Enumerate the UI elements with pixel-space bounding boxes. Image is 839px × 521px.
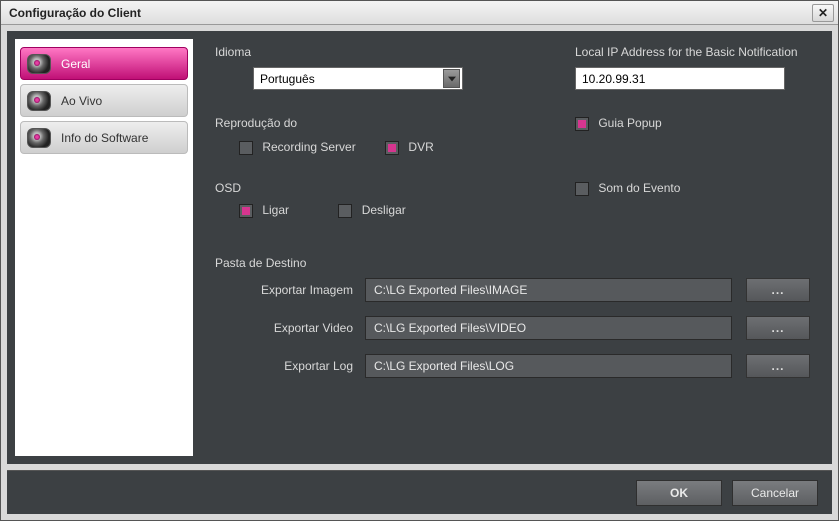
osd-label: OSD (215, 181, 575, 195)
export-video-label: Exportar Video (215, 321, 365, 335)
ip-input[interactable]: 10.20.99.31 (575, 67, 785, 90)
export-log-label: Exportar Log (215, 359, 365, 373)
camera-icon (27, 91, 51, 111)
guide-popup-checkbox[interactable] (575, 117, 589, 131)
ip-value: 10.20.99.31 (582, 72, 645, 86)
export-log-path[interactable]: C:\LG Exported Files\LOG (365, 354, 732, 378)
chevron-down-icon (443, 69, 460, 88)
export-image-label: Exportar Imagem (215, 283, 365, 297)
sidebar-item-label: Info do Software (61, 131, 148, 145)
dest-section-label: Pasta de Destino (215, 256, 810, 270)
cancel-label: Cancelar (751, 486, 799, 500)
reproduction-label: Reprodução do (215, 116, 575, 130)
sidebar-item-label: Geral (61, 57, 90, 71)
export-log-value: C:\LG Exported Files\LOG (374, 359, 514, 373)
ellipsis-icon: ... (771, 359, 784, 373)
ip-label: Local IP Address for the Basic Notificat… (575, 45, 810, 59)
ellipsis-icon: ... (771, 283, 784, 297)
window-title: Configuração do Client (9, 6, 141, 20)
export-video-value: C:\LG Exported Files\VIDEO (374, 321, 526, 335)
sidebar-item-general[interactable]: Geral (20, 47, 188, 80)
osd-on-label: Ligar (262, 203, 289, 217)
ok-button[interactable]: OK (636, 480, 722, 506)
dvr-checkbox[interactable] (385, 141, 399, 155)
dialog-body: Geral Ao Vivo Info do Software Idioma Po… (7, 31, 832, 464)
dvr-label: DVR (408, 140, 433, 154)
dialog-window: Configuração do Client ✕ Geral Ao Vivo I… (0, 0, 839, 521)
sidebar-item-label: Ao Vivo (61, 94, 102, 108)
guide-popup-label: Guia Popup (598, 116, 661, 130)
sidebar-item-live[interactable]: Ao Vivo (20, 84, 188, 117)
event-sound-label: Som do Evento (598, 181, 680, 195)
browse-log-button[interactable]: ... (746, 354, 810, 378)
camera-icon (27, 54, 51, 74)
osd-off-label: Desligar (362, 203, 406, 217)
export-image-path[interactable]: C:\LG Exported Files\IMAGE (365, 278, 732, 302)
event-sound-checkbox[interactable] (575, 182, 589, 196)
recording-server-checkbox[interactable] (239, 141, 253, 155)
content-general: Idioma Português Local IP Address for th… (193, 31, 832, 464)
browse-image-button[interactable]: ... (746, 278, 810, 302)
language-dropdown[interactable]: Português (253, 67, 463, 90)
language-selected: Português (260, 72, 315, 86)
browse-video-button[interactable]: ... (746, 316, 810, 340)
language-label: Idioma (215, 45, 575, 59)
ok-label: OK (670, 486, 688, 500)
cancel-button[interactable]: Cancelar (732, 480, 818, 506)
camera-icon (27, 128, 51, 148)
ellipsis-icon: ... (771, 321, 784, 335)
osd-off-checkbox[interactable] (338, 204, 352, 218)
close-button[interactable]: ✕ (812, 4, 834, 22)
dialog-footer: OK Cancelar (7, 470, 832, 514)
sidebar: Geral Ao Vivo Info do Software (15, 39, 193, 456)
osd-on-checkbox[interactable] (239, 204, 253, 218)
export-video-path[interactable]: C:\LG Exported Files\VIDEO (365, 316, 732, 340)
close-icon: ✕ (818, 6, 828, 20)
recording-server-label: Recording Server (262, 140, 355, 154)
export-image-value: C:\LG Exported Files\IMAGE (374, 283, 527, 297)
sidebar-item-software-info[interactable]: Info do Software (20, 121, 188, 154)
titlebar: Configuração do Client ✕ (1, 1, 838, 25)
